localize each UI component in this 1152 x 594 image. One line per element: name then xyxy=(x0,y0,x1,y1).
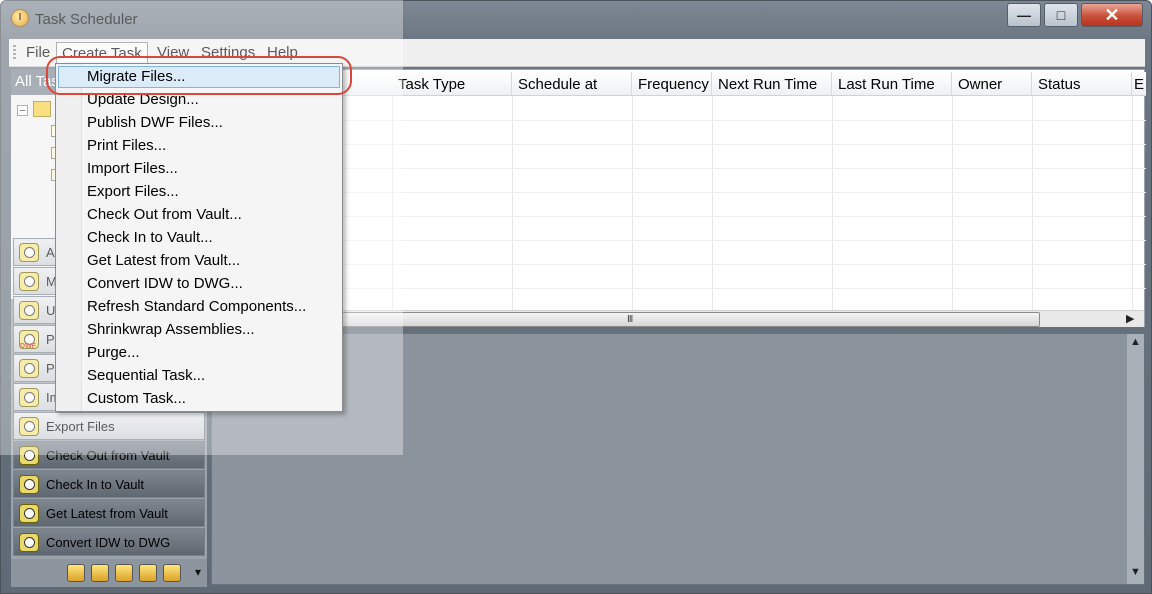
grid-line xyxy=(632,96,633,312)
check-out-task-icon xyxy=(19,446,39,465)
grid-line xyxy=(212,144,1146,145)
col-last-run-time[interactable]: Last Run Time xyxy=(832,72,952,96)
menu-item-refresh-components[interactable]: Refresh Standard Components... xyxy=(58,296,340,318)
menu-item-sequential-task[interactable]: Sequential Task... xyxy=(58,365,340,387)
menu-help[interactable]: Help xyxy=(262,42,303,64)
shrinkwrap-icon[interactable] xyxy=(91,564,109,582)
overflow-chevron-icon[interactable]: ▾ xyxy=(195,565,201,579)
grid-line xyxy=(1032,96,1033,312)
menu-view[interactable]: View xyxy=(152,42,194,64)
task-button-label: Check Out from Vault xyxy=(46,447,170,463)
sequential-task-icon[interactable] xyxy=(139,564,157,582)
col-task-type[interactable]: Task Type xyxy=(392,72,512,96)
menubar-grip xyxy=(13,45,16,61)
col-frequency[interactable]: Frequency xyxy=(632,72,712,96)
window-title: Task Scheduler xyxy=(35,11,138,28)
grid-line xyxy=(212,240,1146,241)
grid-line xyxy=(392,96,393,312)
menu-item-custom-task[interactable]: Custom Task... xyxy=(58,388,340,410)
minimize-button[interactable]: — xyxy=(1007,3,1041,27)
horizontal-scrollbar[interactable]: III ▶ xyxy=(212,310,1144,327)
col-overflow[interactable]: E xyxy=(1132,72,1146,96)
grid-line xyxy=(212,168,1146,169)
col-status[interactable]: Status xyxy=(1032,72,1132,96)
task-button-check-in[interactable]: Check In to Vault xyxy=(13,470,205,498)
menu-item-get-latest[interactable]: Get Latest from Vault... xyxy=(58,250,340,272)
folder-icon xyxy=(33,101,51,117)
dwf-badge: DWF xyxy=(20,343,36,350)
menu-item-update-design[interactable]: Update Design... xyxy=(58,89,340,111)
grid-line xyxy=(512,96,513,312)
task-clock-icon xyxy=(19,243,39,262)
title-bar: Task Scheduler — □ ✕ xyxy=(1,1,1151,37)
menu-item-shrinkwrap[interactable]: Shrinkwrap Assemblies... xyxy=(58,319,340,341)
print-task-icon xyxy=(19,359,39,378)
panel-footer-toolbar: ▾ xyxy=(11,559,207,587)
scroll-right-arrow-icon[interactable]: ▶ xyxy=(1126,312,1134,325)
grid-line xyxy=(1132,96,1133,312)
task-button-check-out[interactable]: Check Out from Vault xyxy=(13,441,205,469)
scroll-grip: III xyxy=(627,314,633,325)
grid-line xyxy=(212,120,1146,121)
menu-create-task[interactable]: Create Task xyxy=(56,42,148,64)
task-button-get-latest[interactable]: Get Latest from Vault xyxy=(13,499,205,527)
task-grid: Task Type Schedule at Frequency Next Run… xyxy=(211,69,1146,327)
task-detail-pane: ▲ ▼ xyxy=(211,333,1145,585)
menu-item-purge[interactable]: Purge... xyxy=(58,342,340,364)
task-button-convert[interactable]: Convert IDW to DWG xyxy=(13,528,205,556)
close-button[interactable]: ✕ xyxy=(1081,3,1143,27)
task-button-export[interactable]: Export Files xyxy=(13,412,205,440)
grid-line xyxy=(952,96,953,312)
vertical-scrollbar[interactable]: ▲ ▼ xyxy=(1127,334,1144,584)
task-button-label: U xyxy=(46,302,56,318)
menu-item-print-files[interactable]: Print Files... xyxy=(58,135,340,157)
menu-item-migrate-files[interactable]: Migrate Files... xyxy=(58,66,340,88)
export-task-icon xyxy=(19,417,39,436)
clock-app-icon xyxy=(11,9,29,27)
maximize-button[interactable]: □ xyxy=(1044,3,1078,27)
create-task-dropdown: Migrate Files... Update Design... Publis… xyxy=(55,63,343,412)
menu-item-check-out[interactable]: Check Out from Vault... xyxy=(58,204,340,226)
grid-line xyxy=(212,288,1146,289)
scroll-up-arrow-icon[interactable]: ▲ xyxy=(1130,336,1141,348)
get-latest-task-icon xyxy=(19,504,39,523)
menu-settings[interactable]: Settings xyxy=(196,42,260,64)
col-next-run-time[interactable]: Next Run Time xyxy=(712,72,832,96)
grid-line xyxy=(212,264,1146,265)
scroll-down-arrow-icon[interactable]: ▼ xyxy=(1130,566,1141,578)
menu-item-check-in[interactable]: Check In to Vault... xyxy=(58,227,340,249)
col-owner[interactable]: Owner xyxy=(952,72,1032,96)
grid-line xyxy=(832,96,833,312)
grid-header: Task Type Schedule at Frequency Next Run… xyxy=(212,72,1146,96)
menu-file[interactable]: File xyxy=(21,42,55,64)
task-button-label: Check In to Vault xyxy=(46,476,145,492)
col-schedule-at[interactable]: Schedule at xyxy=(512,72,632,96)
task-button-label: Export Files xyxy=(46,418,115,434)
grid-line xyxy=(212,192,1146,193)
import-task-icon xyxy=(19,388,39,407)
task-button-label: P xyxy=(46,360,55,376)
task-button-label: Convert IDW to DWG xyxy=(46,534,171,550)
purge-icon[interactable] xyxy=(115,564,133,582)
menu-item-export-files[interactable]: Export Files... xyxy=(58,181,340,203)
task-button-label: Get Latest from Vault xyxy=(46,505,168,521)
collapse-icon[interactable]: – xyxy=(17,105,28,116)
refresh-components-icon[interactable] xyxy=(67,564,85,582)
update-task-icon xyxy=(19,301,39,320)
migrate-task-icon xyxy=(19,272,39,291)
grid-line xyxy=(212,216,1146,217)
menu-item-import-files[interactable]: Import Files... xyxy=(58,158,340,180)
menu-item-publish-dwf[interactable]: Publish DWF Files... xyxy=(58,112,340,134)
menu-item-convert-idw[interactable]: Convert IDW to DWG... xyxy=(58,273,340,295)
task-button-label: P xyxy=(46,331,55,347)
task-button-label: A xyxy=(46,244,55,260)
custom-task-icon[interactable] xyxy=(163,564,181,582)
convert-task-icon xyxy=(19,533,39,552)
grid-line xyxy=(712,96,713,312)
check-in-task-icon xyxy=(19,475,39,494)
